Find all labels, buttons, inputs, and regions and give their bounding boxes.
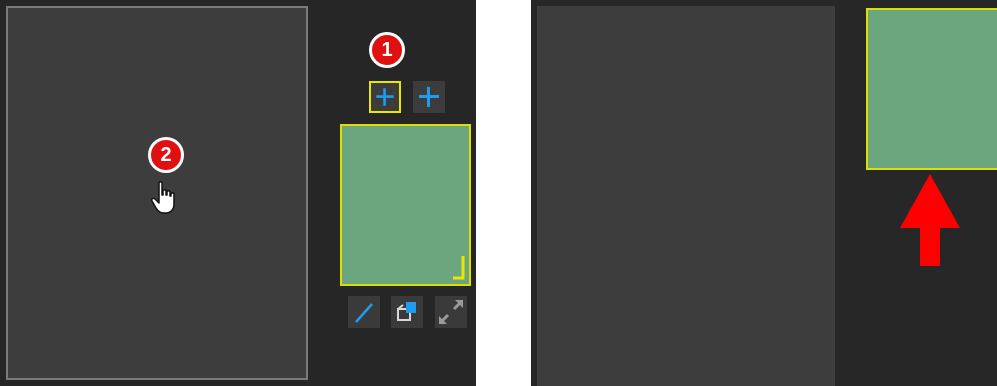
step-1-badge: 1 <box>369 32 405 68</box>
expand-icon <box>438 299 464 325</box>
plus-icon <box>419 87 439 107</box>
arrow-up-icon <box>900 174 960 266</box>
add-frame-button[interactable] <box>369 81 401 113</box>
frame-thumbnail[interactable] <box>340 124 471 286</box>
edit-button[interactable] <box>348 296 380 328</box>
hand-pointer-icon <box>151 181 175 214</box>
add-frame-after-button[interactable] <box>413 81 445 113</box>
step-2-badge: 2 <box>148 137 184 173</box>
clone-button[interactable] <box>391 296 423 328</box>
frame-thumbnail[interactable] <box>866 8 997 170</box>
expand-button[interactable] <box>435 296 467 328</box>
plus-icon <box>376 88 394 106</box>
clone-icon <box>397 302 416 321</box>
resize-handle-icon[interactable] <box>453 256 467 282</box>
pencil-icon <box>355 303 373 323</box>
main-canvas[interactable] <box>537 6 835 386</box>
